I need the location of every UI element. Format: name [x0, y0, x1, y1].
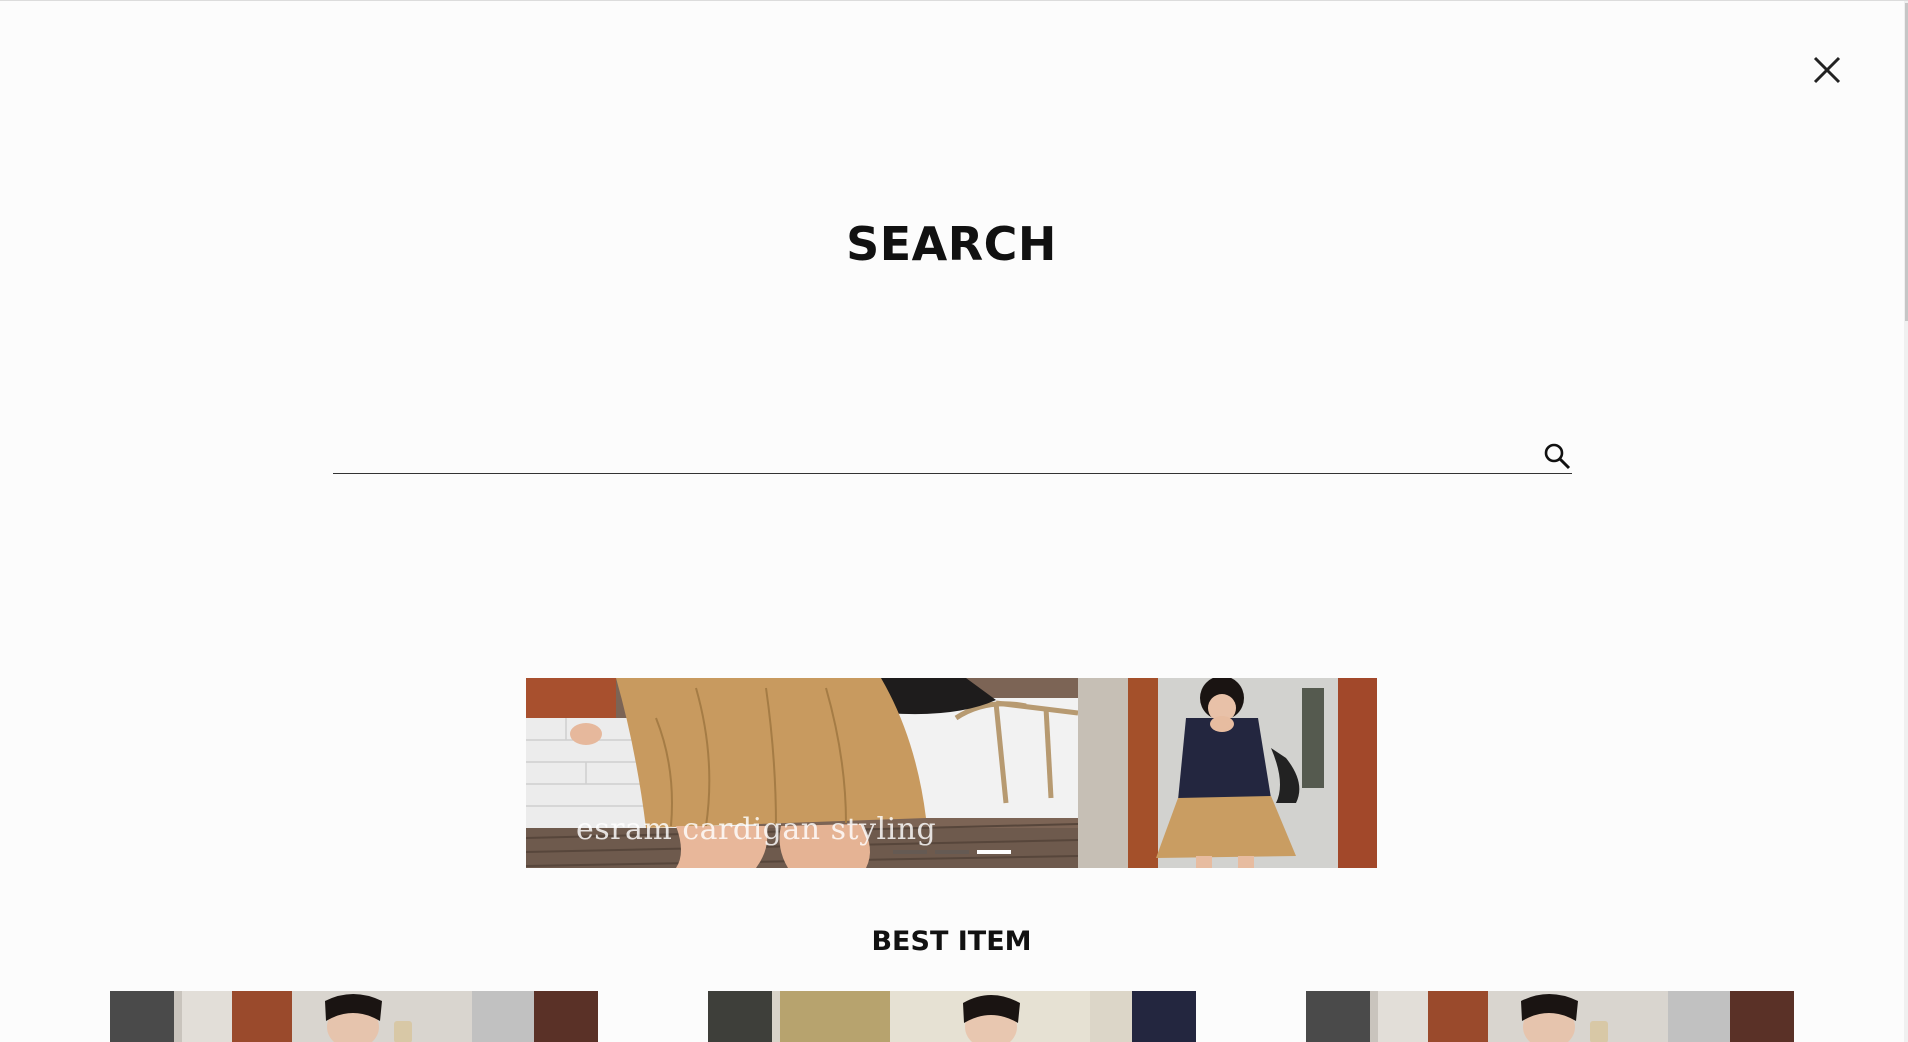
search-icon	[1544, 443, 1571, 470]
product-image	[708, 991, 1196, 1042]
banner-slider[interactable]: esram cardigan styling	[526, 678, 1377, 868]
product-card[interactable]	[1306, 991, 1794, 1042]
search-input[interactable]	[333, 433, 1527, 473]
product-card[interactable]	[708, 991, 1196, 1042]
banner-caption: esram cardigan styling	[576, 812, 937, 847]
search-bar	[333, 433, 1572, 474]
slide-dot-1[interactable]	[893, 850, 927, 854]
page-title: SEARCH	[846, 217, 1057, 271]
best-item-list	[110, 991, 1794, 1042]
close-button[interactable]	[1811, 54, 1843, 86]
scrollbar-track[interactable]	[1904, 1, 1908, 1042]
search-button[interactable]	[1542, 441, 1572, 471]
best-item-title: BEST ITEM	[871, 926, 1032, 957]
product-card[interactable]	[110, 991, 598, 1042]
slide-dot-3[interactable]	[977, 850, 1011, 854]
product-image	[110, 991, 598, 1042]
product-image	[1306, 991, 1794, 1042]
close-icon	[1813, 56, 1841, 84]
search-overlay: SEARCH esram cardigan styling BEST ITEM	[0, 0, 1908, 1042]
slide-dot-2[interactable]	[935, 850, 969, 854]
banner-pagination	[893, 850, 1011, 854]
